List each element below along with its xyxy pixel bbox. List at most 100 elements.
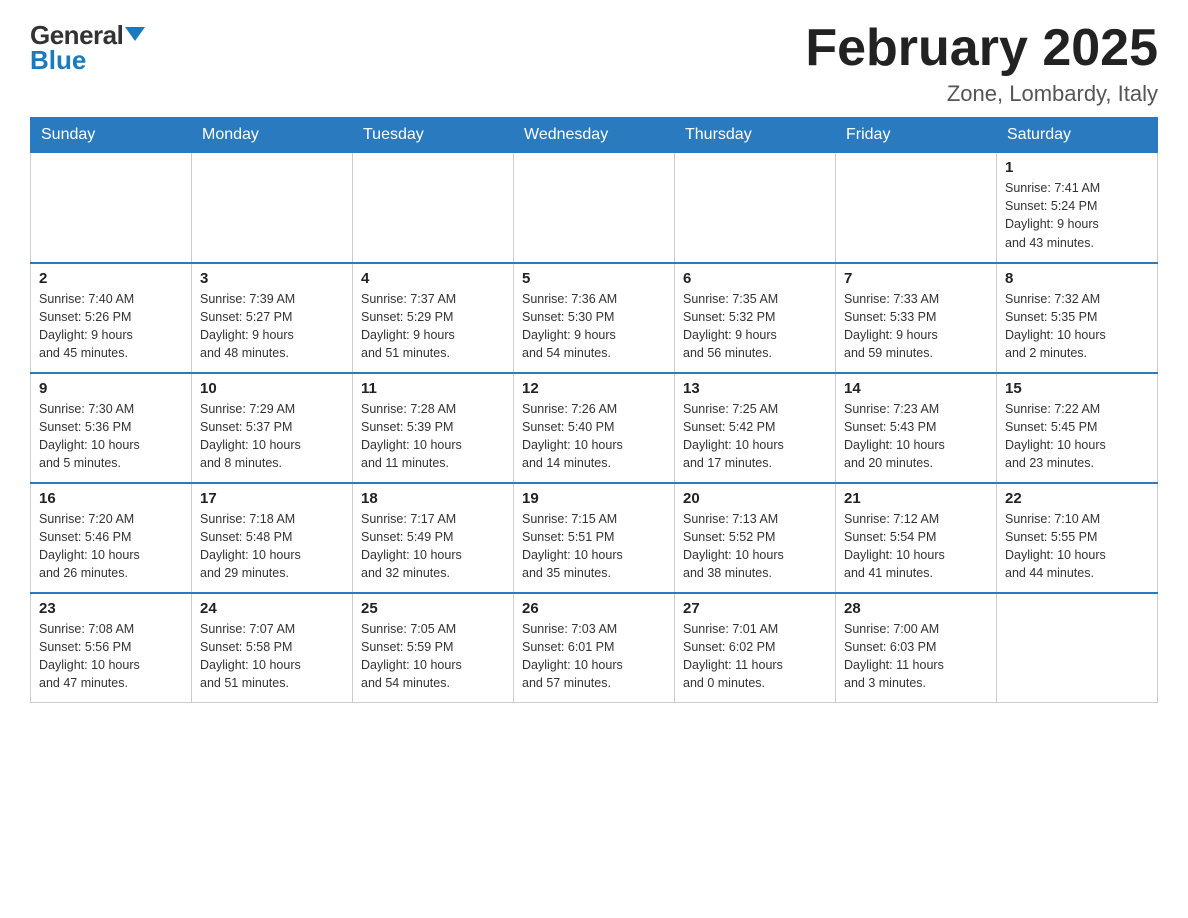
- calendar-day-cell: 25 Sunrise: 7:05 AMSunset: 5:59 PMDayligh…: [353, 593, 514, 703]
- calendar-table: SundayMondayTuesdayWednesdayThursdayFrid…: [30, 117, 1158, 703]
- day-info-text: Sunrise: 7:29 AMSunset: 5:37 PMDaylight:…: [200, 400, 344, 473]
- calendar-day-cell: [192, 153, 353, 263]
- day-of-week-header: Tuesday: [353, 118, 514, 153]
- calendar-day-cell: 7Sunrise: 7:33 AMSunset: 5:33 PMDaylight…: [836, 263, 997, 373]
- day-number: 19: [522, 490, 666, 507]
- calendar-day-cell: 13 Sunrise: 7:25 AMSunset: 5:42 PMDayligh…: [675, 373, 836, 483]
- calendar-day-cell: 8 Sunrise: 7:32 AMSunset: 5:35 PMDaylight…: [997, 263, 1158, 373]
- day-info-text: Sunrise: 7:05 AMSunset: 5:59 PMDaylight:…: [361, 620, 505, 693]
- day-info-text: Sunrise: 7:08 AMSunset: 5:56 PMDaylight:…: [39, 620, 183, 693]
- day-number: 22: [1005, 490, 1149, 507]
- day-info-text: Sunrise: 7:36 AMSunset: 5:30 PMDaylight:…: [522, 290, 666, 363]
- day-number: 26: [522, 600, 666, 617]
- calendar-week-row: 9 Sunrise: 7:30 AMSunset: 5:36 PMDaylight…: [31, 373, 1158, 483]
- location-subtitle: Zone, Lombardy, Italy: [805, 81, 1158, 107]
- calendar-week-row: 16 Sunrise: 7:20 AMSunset: 5:46 PMDayligh…: [31, 483, 1158, 593]
- calendar-day-cell: 12 Sunrise: 7:26 AMSunset: 5:40 PMDayligh…: [514, 373, 675, 483]
- calendar-day-cell: 22 Sunrise: 7:10 AMSunset: 5:55 PMDayligh…: [997, 483, 1158, 593]
- calendar-day-cell: 4 Sunrise: 7:37 AMSunset: 5:29 PMDaylight…: [353, 263, 514, 373]
- calendar-day-cell: 24 Sunrise: 7:07 AMSunset: 5:58 PMDayligh…: [192, 593, 353, 703]
- day-number: 16: [39, 490, 183, 507]
- calendar-day-cell: [836, 153, 997, 263]
- day-number: 1: [1005, 159, 1149, 176]
- logo-arrow-icon: [125, 27, 145, 41]
- day-number: 21: [844, 490, 988, 507]
- day-info-text: Sunrise: 7:22 AMSunset: 5:45 PMDaylight:…: [1005, 400, 1149, 473]
- calendar-day-cell: 5 Sunrise: 7:36 AMSunset: 5:30 PMDaylight…: [514, 263, 675, 373]
- day-number: 12: [522, 380, 666, 397]
- day-info-text: Sunrise: 7:18 AMSunset: 5:48 PMDaylight:…: [200, 510, 344, 583]
- day-info-text: Sunrise: 7:10 AMSunset: 5:55 PMDaylight:…: [1005, 510, 1149, 583]
- day-of-week-header: Friday: [836, 118, 997, 153]
- calendar-day-cell: 27Sunrise: 7:01 AMSunset: 6:02 PMDayligh…: [675, 593, 836, 703]
- day-info-text: Sunrise: 7:00 AMSunset: 6:03 PMDaylight:…: [844, 620, 988, 693]
- day-number: 14: [844, 380, 988, 397]
- day-number: 5: [522, 270, 666, 287]
- day-info-text: Sunrise: 7:30 AMSunset: 5:36 PMDaylight:…: [39, 400, 183, 473]
- calendar-day-cell: 21 Sunrise: 7:12 AMSunset: 5:54 PMDayligh…: [836, 483, 997, 593]
- day-info-text: Sunrise: 7:41 AMSunset: 5:24 PMDaylight:…: [1005, 179, 1149, 252]
- calendar-day-cell: 14 Sunrise: 7:23 AMSunset: 5:43 PMDayligh…: [836, 373, 997, 483]
- month-year-title: February 2025: [805, 20, 1158, 77]
- day-info-text: Sunrise: 7:13 AMSunset: 5:52 PMDaylight:…: [683, 510, 827, 583]
- day-info-text: Sunrise: 7:26 AMSunset: 5:40 PMDaylight:…: [522, 400, 666, 473]
- day-number: 2: [39, 270, 183, 287]
- day-number: 6: [683, 270, 827, 287]
- day-info-text: Sunrise: 7:07 AMSunset: 5:58 PMDaylight:…: [200, 620, 344, 693]
- calendar-day-cell: 3Sunrise: 7:39 AMSunset: 5:27 PMDaylight…: [192, 263, 353, 373]
- day-number: 13: [683, 380, 827, 397]
- day-info-text: Sunrise: 7:40 AMSunset: 5:26 PMDaylight:…: [39, 290, 183, 363]
- day-number: 7: [844, 270, 988, 287]
- logo-blue-text: Blue: [30, 45, 86, 76]
- calendar-day-cell: [31, 153, 192, 263]
- calendar-day-cell: [997, 593, 1158, 703]
- calendar-day-cell: 26Sunrise: 7:03 AMSunset: 6:01 PMDayligh…: [514, 593, 675, 703]
- calendar-day-cell: 2 Sunrise: 7:40 AMSunset: 5:26 PMDaylight…: [31, 263, 192, 373]
- day-number: 20: [683, 490, 827, 507]
- day-number: 28: [844, 600, 988, 617]
- calendar-week-row: 1 Sunrise: 7:41 AMSunset: 5:24 PMDaylight…: [31, 153, 1158, 263]
- day-number: 17: [200, 490, 344, 507]
- page-header: General Blue February 2025 Zone, Lombard…: [30, 20, 1158, 107]
- day-of-week-header: Wednesday: [514, 118, 675, 153]
- calendar-day-cell: 18Sunrise: 7:17 AMSunset: 5:49 PMDayligh…: [353, 483, 514, 593]
- day-info-text: Sunrise: 7:32 AMSunset: 5:35 PMDaylight:…: [1005, 290, 1149, 363]
- calendar-day-cell: 17 Sunrise: 7:18 AMSunset: 5:48 PMDayligh…: [192, 483, 353, 593]
- day-of-week-header: Sunday: [31, 118, 192, 153]
- day-info-text: Sunrise: 7:25 AMSunset: 5:42 PMDaylight:…: [683, 400, 827, 473]
- day-info-text: Sunrise: 7:01 AMSunset: 6:02 PMDaylight:…: [683, 620, 827, 693]
- calendar-day-cell: [675, 153, 836, 263]
- day-number: 9: [39, 380, 183, 397]
- day-of-week-header: Saturday: [997, 118, 1158, 153]
- calendar-week-row: 2 Sunrise: 7:40 AMSunset: 5:26 PMDaylight…: [31, 263, 1158, 373]
- day-info-text: Sunrise: 7:20 AMSunset: 5:46 PMDaylight:…: [39, 510, 183, 583]
- day-info-text: Sunrise: 7:17 AMSunset: 5:49 PMDaylight:…: [361, 510, 505, 583]
- day-info-text: Sunrise: 7:28 AMSunset: 5:39 PMDaylight:…: [361, 400, 505, 473]
- calendar-day-cell: 23Sunrise: 7:08 AMSunset: 5:56 PMDayligh…: [31, 593, 192, 703]
- day-info-text: Sunrise: 7:37 AMSunset: 5:29 PMDaylight:…: [361, 290, 505, 363]
- day-of-week-header: Thursday: [675, 118, 836, 153]
- calendar-day-cell: 28 Sunrise: 7:00 AMSunset: 6:03 PMDayligh…: [836, 593, 997, 703]
- day-number: 24: [200, 600, 344, 617]
- calendar-day-cell: 15 Sunrise: 7:22 AMSunset: 5:45 PMDayligh…: [997, 373, 1158, 483]
- day-number: 4: [361, 270, 505, 287]
- calendar-week-row: 23Sunrise: 7:08 AMSunset: 5:56 PMDayligh…: [31, 593, 1158, 703]
- calendar-day-cell: 6 Sunrise: 7:35 AMSunset: 5:32 PMDaylight…: [675, 263, 836, 373]
- calendar-day-cell: 9 Sunrise: 7:30 AMSunset: 5:36 PMDaylight…: [31, 373, 192, 483]
- day-info-text: Sunrise: 7:23 AMSunset: 5:43 PMDaylight:…: [844, 400, 988, 473]
- day-number: 15: [1005, 380, 1149, 397]
- calendar-day-cell: 20 Sunrise: 7:13 AMSunset: 5:52 PMDayligh…: [675, 483, 836, 593]
- calendar-day-cell: 1 Sunrise: 7:41 AMSunset: 5:24 PMDaylight…: [997, 153, 1158, 263]
- calendar-day-cell: [353, 153, 514, 263]
- day-info-text: Sunrise: 7:35 AMSunset: 5:32 PMDaylight:…: [683, 290, 827, 363]
- calendar-day-cell: 11Sunrise: 7:28 AMSunset: 5:39 PMDayligh…: [353, 373, 514, 483]
- day-info-text: Sunrise: 7:12 AMSunset: 5:54 PMDaylight:…: [844, 510, 988, 583]
- calendar-header-row: SundayMondayTuesdayWednesdayThursdayFrid…: [31, 118, 1158, 153]
- day-of-week-header: Monday: [192, 118, 353, 153]
- calendar-day-cell: [514, 153, 675, 263]
- day-info-text: Sunrise: 7:39 AMSunset: 5:27 PMDaylight:…: [200, 290, 344, 363]
- calendar-day-cell: 16 Sunrise: 7:20 AMSunset: 5:46 PMDayligh…: [31, 483, 192, 593]
- day-number: 25: [361, 600, 505, 617]
- title-block: February 2025 Zone, Lombardy, Italy: [805, 20, 1158, 107]
- day-number: 8: [1005, 270, 1149, 287]
